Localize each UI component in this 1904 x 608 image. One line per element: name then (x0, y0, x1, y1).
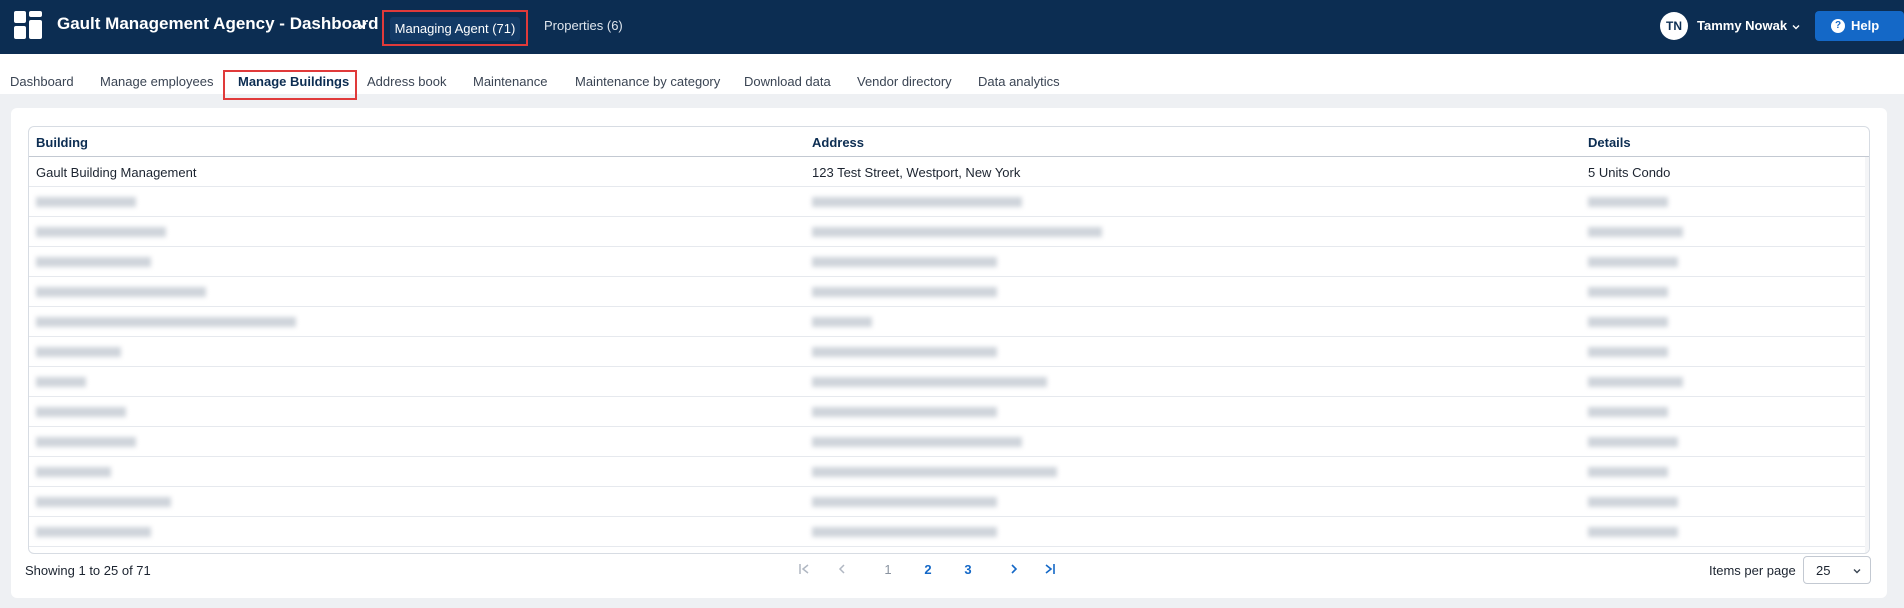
cell-building (36, 437, 136, 447)
cell-address (812, 527, 997, 537)
cell-address (812, 497, 997, 507)
cell-building (36, 227, 166, 237)
cell-building (36, 317, 296, 327)
table-row[interactable] (29, 367, 1869, 397)
column-header-building[interactable]: Building (36, 135, 88, 150)
cell-building (36, 197, 136, 207)
cell-building (36, 287, 206, 297)
cell-address (812, 377, 1047, 387)
table-row[interactable] (29, 397, 1869, 427)
chevron-down-icon[interactable] (355, 18, 369, 32)
tab-address-book[interactable]: Address book (367, 74, 447, 89)
table-row[interactable] (29, 517, 1869, 547)
items-per-page-label: Items per page (1709, 563, 1796, 578)
cell-building: Gault Building Management (36, 165, 197, 180)
table-row[interactable] (29, 337, 1869, 367)
cell-details (1588, 437, 1678, 447)
tab-maintenance[interactable]: Maintenance (473, 74, 547, 89)
active-tab-highlight (223, 70, 357, 100)
cell-address: 123 Test Street, Westport, New York (812, 165, 1021, 180)
help-label: Help (1851, 18, 1880, 33)
column-header-details[interactable]: Details (1588, 135, 1631, 150)
chevron-down-icon[interactable] (1791, 22, 1801, 32)
page-2[interactable]: 2 (918, 562, 938, 577)
chevron-down-icon (1853, 569, 1861, 574)
cell-details (1588, 347, 1668, 357)
table-scrollbar[interactable] (1865, 157, 1869, 553)
tab-manage-employees[interactable]: Manage employees (100, 74, 213, 89)
cell-address (812, 287, 997, 297)
tab-maintenance-by-category[interactable]: Maintenance by category (575, 74, 720, 89)
help-icon: ? (1831, 19, 1845, 33)
last-page-icon[interactable] (1042, 561, 1058, 577)
cell-address (812, 467, 1057, 477)
cell-details (1588, 287, 1668, 297)
cell-address (812, 227, 1102, 237)
avatar[interactable]: TN (1660, 12, 1688, 40)
table-row[interactable] (29, 217, 1869, 247)
nav-managing-agent[interactable]: Managing Agent (71) (390, 17, 520, 41)
table-header: Building Address Details (29, 127, 1869, 157)
cell-details (1588, 527, 1678, 537)
nav-properties[interactable]: Properties (6) (544, 18, 623, 33)
first-page-icon[interactable] (796, 561, 812, 577)
cell-details (1588, 317, 1668, 327)
app-logo-icon[interactable] (13, 10, 43, 40)
cell-building (36, 527, 151, 537)
cell-details: 5 Units Condo (1588, 165, 1671, 180)
user-name[interactable]: Tammy Nowak (1697, 18, 1787, 33)
nav-managing-agent-highlight: Managing Agent (71) (382, 10, 528, 46)
items-per-page-select[interactable]: 25 (1803, 556, 1871, 584)
cell-building (36, 497, 171, 507)
cell-details (1588, 467, 1668, 477)
showing-count: Showing 1 to 25 of 71 (25, 563, 151, 578)
tab-data-analytics[interactable]: Data analytics (978, 74, 1060, 89)
cell-building (36, 467, 111, 477)
help-button[interactable]: ? Help (1815, 11, 1904, 41)
next-page-icon[interactable] (1006, 561, 1022, 577)
cell-building (36, 377, 86, 387)
tab-vendor-directory[interactable]: Vendor directory (857, 74, 952, 89)
app-title[interactable]: Gault Management Agency - Dashboard (57, 14, 378, 34)
table-row[interactable] (29, 247, 1869, 277)
top-header: Gault Management Agency - Dashboard Mana… (0, 0, 1904, 54)
table-row[interactable] (29, 277, 1869, 307)
cell-address (812, 317, 872, 327)
cell-building (36, 347, 121, 357)
items-per-page-value: 25 (1816, 563, 1831, 578)
cell-building (36, 407, 126, 417)
cell-details (1588, 377, 1683, 387)
cell-details (1588, 497, 1678, 507)
table-row[interactable]: Gault Building Management 123 Test Stree… (29, 157, 1869, 187)
cell-address (812, 347, 997, 357)
cell-details (1588, 227, 1683, 237)
tab-download-data[interactable]: Download data (744, 74, 831, 89)
page-3[interactable]: 3 (958, 562, 978, 577)
table-row[interactable] (29, 307, 1869, 337)
cell-details (1588, 407, 1668, 417)
table-row[interactable] (29, 457, 1869, 487)
page-1[interactable]: 1 (878, 562, 898, 577)
tab-dashboard[interactable]: Dashboard (10, 74, 74, 89)
cell-address (812, 197, 1022, 207)
cell-address (812, 407, 997, 417)
cell-address (812, 257, 997, 267)
prev-page-icon[interactable] (834, 561, 850, 577)
table-row[interactable] (29, 487, 1869, 517)
cell-address (812, 437, 1022, 447)
cell-details (1588, 197, 1668, 207)
cell-details (1588, 257, 1678, 267)
table-row[interactable] (29, 187, 1869, 217)
cell-building (36, 257, 151, 267)
column-header-address[interactable]: Address (812, 135, 864, 150)
table-row[interactable] (29, 427, 1869, 457)
buildings-table: Building Address Details Gault Building … (28, 126, 1870, 554)
